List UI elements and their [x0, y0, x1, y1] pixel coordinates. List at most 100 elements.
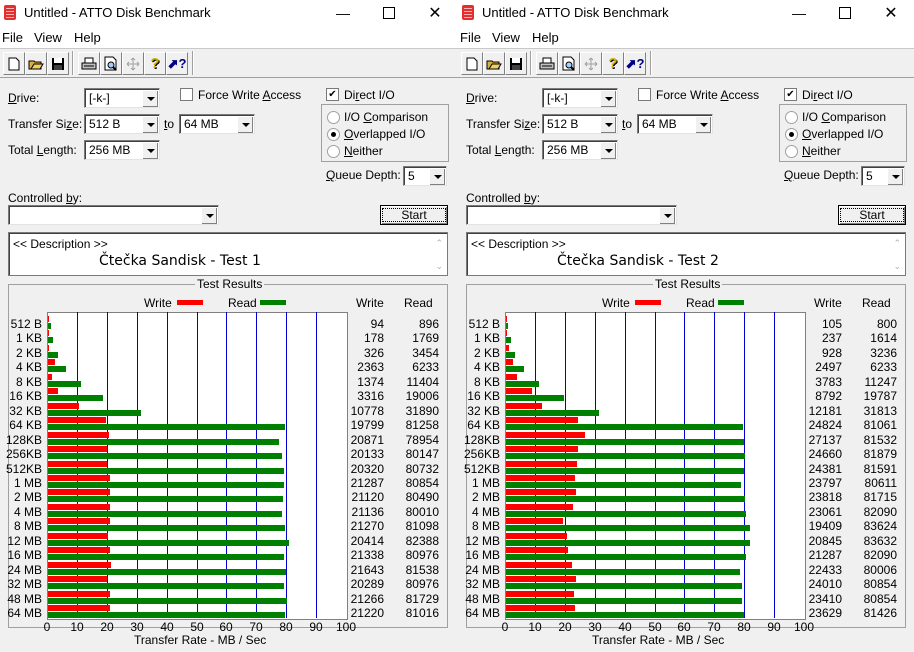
queue-depth-select[interactable]: 5 [861, 166, 905, 186]
dropdown-arrow[interactable] [142, 142, 158, 159]
move-button[interactable] [122, 52, 144, 75]
read-value: 1769 [412, 331, 439, 346]
dropdown-arrow[interactable] [429, 168, 445, 185]
save-button[interactable] [47, 52, 69, 75]
force-write-checkbox[interactable] [180, 88, 193, 101]
move-button[interactable] [580, 52, 602, 75]
scroll-up-icon[interactable]: ⌃ [435, 238, 443, 249]
description-box[interactable]: << Description >> Čtečka Sandisk - Test … [466, 232, 906, 276]
toolbar-separator [192, 51, 194, 75]
dropdown-arrow[interactable] [695, 116, 711, 133]
dropdown-arrow[interactable] [600, 116, 616, 133]
context-help-button[interactable]: ⬈? [166, 52, 188, 75]
radio-io-comparison[interactable] [785, 111, 798, 124]
read-value: 80854 [863, 591, 897, 606]
drive-select[interactable]: [-k-] [84, 88, 160, 108]
row-label: 12 MB [7, 533, 42, 548]
help-button[interactable]: ? [144, 52, 166, 75]
dropdown-arrow[interactable] [887, 168, 903, 185]
start-button[interactable]: Start [380, 205, 448, 225]
menu-view[interactable]: View [34, 30, 62, 45]
chevron-down-icon [146, 97, 155, 101]
read-bar [48, 525, 285, 532]
read-value: 81426 [863, 606, 897, 620]
transfer-from-select[interactable]: 512 B [542, 114, 618, 134]
new-button[interactable] [3, 52, 25, 75]
dropdown-arrow[interactable] [142, 90, 158, 107]
force-write-checkbox[interactable] [638, 88, 651, 101]
write-bar [506, 503, 573, 510]
close-button[interactable]: ✕ [868, 0, 914, 26]
radio-overlapped-io[interactable] [327, 128, 340, 141]
total-length-select[interactable]: 256 MB [542, 140, 618, 160]
menu-view[interactable]: View [492, 30, 520, 45]
new-icon [466, 57, 478, 70]
open-button[interactable] [25, 52, 47, 75]
benchmark-window-1: Untitled - ATTO Disk Benchmark — ✕ File … [0, 0, 458, 652]
write-value: 21136 [351, 504, 384, 519]
scroll-down-icon[interactable]: ⌄ [893, 261, 901, 272]
close-button[interactable]: ✕ [412, 0, 458, 26]
dropdown-arrow[interactable] [600, 90, 616, 107]
menu-help[interactable]: Help [74, 30, 101, 45]
open-button[interactable] [483, 52, 505, 75]
write-bar [506, 330, 507, 337]
total-length-select[interactable]: 256 MB [84, 140, 160, 160]
write-bar [506, 402, 542, 409]
row-label: 16 MB [465, 548, 500, 563]
transfer-to-select[interactable]: 64 MB [637, 114, 713, 134]
maximize-button[interactable] [822, 0, 868, 26]
write-bar [506, 316, 507, 322]
controlled-by-select[interactable] [8, 205, 219, 225]
start-button[interactable]: Start [838, 205, 906, 225]
help-button[interactable]: ? [602, 52, 624, 75]
minimize-icon: — [792, 5, 806, 21]
chevron-down-icon [146, 123, 155, 127]
read-value: 11404 [406, 374, 439, 389]
dropdown-arrow[interactable] [659, 207, 675, 224]
menu-file[interactable]: File [2, 30, 23, 45]
transfer-from-select[interactable]: 512 B [84, 114, 160, 134]
scroll-up-icon[interactable]: ⌃ [893, 238, 901, 249]
write-bar [48, 576, 107, 583]
radio-neither[interactable] [785, 145, 798, 158]
queue-depth-select[interactable]: 5 [403, 166, 447, 186]
scroll-down-icon[interactable]: ⌄ [435, 261, 443, 272]
description-box[interactable]: << Description >> Čtečka Sandisk - Test … [8, 232, 448, 276]
save-button[interactable] [505, 52, 527, 75]
print-button[interactable] [536, 52, 558, 75]
dropdown-arrow[interactable] [142, 116, 158, 133]
menu-file[interactable]: File [460, 30, 481, 45]
read-value: 6233 [412, 360, 439, 375]
direct-io-checkbox[interactable]: ✔ [326, 88, 339, 101]
minimize-button[interactable]: — [320, 0, 366, 26]
read-bar [506, 395, 564, 402]
read-bar [48, 395, 103, 402]
controlled-by-select[interactable] [466, 205, 677, 225]
print-preview-button[interactable] [100, 52, 122, 75]
radio-neither[interactable] [327, 145, 340, 158]
new-button[interactable] [461, 52, 483, 75]
direct-io-checkbox[interactable]: ✔ [784, 88, 797, 101]
radio-io-comparison[interactable] [327, 111, 340, 124]
menu-help[interactable]: Help [532, 30, 559, 45]
row-label: 64 MB [7, 606, 42, 620]
radio-overlapped-io[interactable] [785, 128, 798, 141]
save-icon [510, 57, 522, 70]
maximize-button[interactable] [366, 0, 412, 26]
print-preview-button[interactable] [558, 52, 580, 75]
write-value: 24660 [808, 447, 842, 462]
print-button[interactable] [78, 52, 100, 75]
minimize-button[interactable]: — [776, 0, 822, 26]
row-label: 16 KB [9, 389, 42, 404]
dropdown-arrow[interactable] [237, 116, 253, 133]
write-bar [48, 344, 49, 351]
queue-depth-label: Queue Depth: [784, 168, 859, 182]
dropdown-arrow[interactable] [201, 207, 217, 224]
read-bar [48, 481, 284, 488]
toolbar-separator [72, 51, 74, 75]
drive-select[interactable]: [-k-] [542, 88, 618, 108]
transfer-to-select[interactable]: 64 MB [179, 114, 255, 134]
dropdown-arrow[interactable] [600, 142, 616, 159]
context-help-button[interactable]: ⬈? [624, 52, 646, 75]
